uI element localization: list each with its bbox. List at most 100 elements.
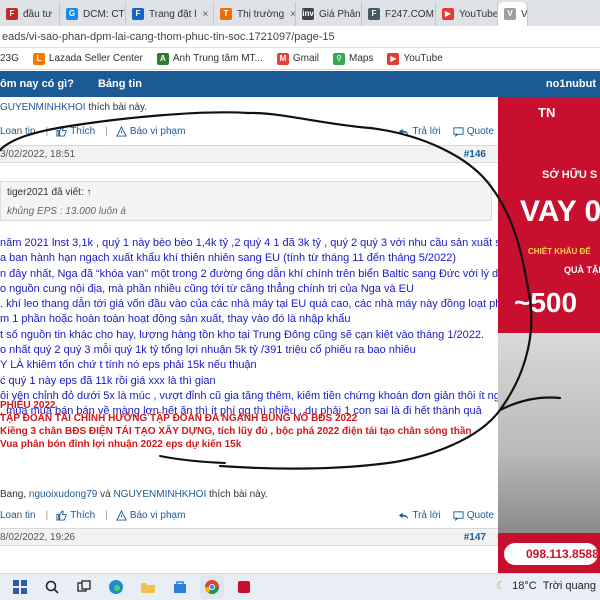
browser-tab[interactable]: ▶YouTube×	[436, 2, 498, 26]
browser-tab[interactable]: F Trang đặt l ×	[126, 2, 214, 26]
signature-line: PHIẾU 2022	[0, 400, 56, 411]
task-view-icon	[77, 580, 91, 592]
ad-price: ~500	[514, 287, 578, 318]
share-link[interactable]: Loan tin	[0, 510, 36, 521]
liker-link[interactable]: nguoixudong79	[29, 489, 97, 500]
app-icon	[238, 581, 250, 593]
temperature[interactable]: 18°C	[512, 580, 537, 592]
previous-post-actions: Loan tin | Thích | Báo vi phạm Trả lời Q…	[0, 122, 498, 140]
reply-link[interactable]: Trả lời	[398, 126, 441, 137]
address-bar[interactable]: eads/vi-sao-phan-dpm-lai-cang-thom-phuc-…	[0, 26, 600, 48]
tab-label: Vì sa	[521, 8, 528, 20]
bookmark-item[interactable]: L Lazada Seller Center	[32, 52, 143, 65]
bookmark-item[interactable]: ▶ YouTube	[387, 52, 443, 65]
reply-icon	[399, 512, 409, 519]
thumbs-up-icon	[56, 125, 67, 137]
nav-news-feed[interactable]: Bảng tin	[98, 78, 142, 90]
separator: |	[105, 509, 108, 521]
nav-username[interactable]: no1nubut	[546, 78, 596, 90]
file-explorer-button[interactable]	[136, 575, 160, 599]
post-line: Y LÀ khiêm tốn chứ t tính nó eps phải 15…	[0, 359, 257, 372]
tab-label: Thị trường	[237, 8, 285, 20]
post-line: n đây nhất, Nga đã “khóa van” một trong …	[0, 267, 498, 280]
liker-link[interactable]: GUYENMINHKHOI	[0, 102, 86, 113]
post-line: m 1 phần hoặc hoàn toàn hoạt động sản xu…	[0, 313, 351, 326]
like-link[interactable]: Thích	[56, 510, 95, 521]
quote-icon	[453, 510, 464, 521]
tab-favicon-icon: T	[220, 8, 232, 20]
bookmark-item[interactable]: M Gmail	[276, 52, 320, 65]
next-post-header: 8/02/2022, 19:26 #147	[0, 528, 498, 546]
bookmark-item[interactable]: ⚲ Maps	[333, 52, 373, 65]
liker-link[interactable]: NGUYENMINHKHOI	[113, 489, 206, 500]
share-link[interactable]: Loan tin	[0, 126, 36, 137]
bookmark-item[interactable]: A Anh Trung tâm MT...	[156, 52, 263, 65]
ad-phone[interactable]: 098.113.8588	[504, 543, 598, 565]
post-line: t số nguồn tin khác cho hay, lượng hàng …	[0, 328, 485, 341]
quote-link[interactable]: Quote	[453, 510, 494, 521]
quote-link[interactable]: Quote	[453, 126, 494, 137]
tab-close-icon[interactable]: ×	[202, 9, 208, 20]
reply-link[interactable]: Trả lời	[398, 510, 441, 521]
post-signature: PHIẾU 2022 TẬP ĐOÀN TÀI CHÍNH HƯỚNG TẬP Đ…	[0, 399, 498, 451]
bookmark-favicon-icon: ▶	[387, 52, 400, 65]
advertisement-banner[interactable]: TN SỞ HỮU S VAY 0 CHIẾT KHẤU ĐẾ QUÀ TẶNG…	[498, 97, 600, 573]
thumbs-up-icon	[56, 509, 67, 521]
start-button[interactable]	[8, 575, 32, 599]
post-line: a ban hành hạn ngạch xuất khẩu khí thiên…	[0, 252, 457, 265]
forum-nav: ôm nay có gì? Bảng tin no1nubut	[0, 71, 600, 97]
tab-favicon-icon: inv	[302, 8, 314, 20]
post-date: 3/02/2022, 18:51	[0, 148, 76, 160]
tab-favicon-icon: V	[504, 8, 516, 20]
bookmark-label: YouTube	[403, 53, 443, 64]
likes-and: và	[97, 489, 114, 500]
tab-label: đầu tư	[23, 8, 52, 20]
likes-prefix: Bang,	[0, 489, 29, 500]
post-date: 8/02/2022, 19:26	[0, 531, 76, 543]
report-link[interactable]: Báo vi phạm	[116, 125, 185, 137]
browser-tab[interactable]: V Vì sa	[498, 2, 528, 26]
app-button[interactable]	[232, 575, 256, 599]
quote-block: tiger2021 đã viết: ↑ khủng EPS : 13.000 …	[0, 181, 492, 221]
edge-button[interactable]	[104, 575, 128, 599]
post-permalink[interactable]: #146	[464, 149, 486, 160]
post-line: ć quý 1 này eps đã 11k rồi giá xxx là th…	[0, 374, 216, 387]
warning-icon	[116, 125, 127, 137]
url-text[interactable]: eads/vi-sao-phan-dpm-lai-cang-thom-phuc-…	[2, 31, 335, 43]
post-permalink[interactable]: #147	[464, 532, 486, 543]
browser-tab[interactable]: Fđầu tư×	[0, 2, 60, 26]
post-body: năm 2021 lnst 3,1k , quý 1 này bèo bèo 1…	[0, 236, 498, 420]
report-link[interactable]: Báo vi phạm	[116, 509, 185, 521]
search-button[interactable]	[40, 575, 64, 599]
quote-author[interactable]: tiger2021 đã viết: ↑	[7, 187, 92, 198]
tab-favicon-icon: F	[132, 8, 144, 20]
separator: |	[45, 125, 49, 137]
previous-post-likes: GUYENMINHKHOI thích bài này.	[0, 102, 147, 113]
windows-logo-icon	[13, 580, 27, 594]
separator: |	[45, 509, 49, 521]
tab-label: YouTube	[459, 8, 498, 20]
store-button[interactable]	[168, 575, 192, 599]
browser-tab[interactable]: invGiá Phân U×	[296, 2, 362, 26]
browser-tab[interactable]: T Thị trường ×	[214, 2, 296, 26]
weather-status[interactable]: Trời quang	[543, 580, 596, 592]
chrome-button[interactable]	[200, 575, 224, 599]
task-view-button[interactable]	[72, 575, 96, 599]
bookmark-favicon-icon: M	[276, 52, 289, 65]
tab-label: F247.COM	[385, 8, 434, 20]
quote-icon	[453, 126, 464, 137]
edge-icon	[109, 580, 123, 594]
signature-line: Vua phân bón đỉnh lợi nhuận 2022 eps dự …	[0, 439, 242, 450]
browser-tab[interactable]: FF247.COM×	[362, 2, 436, 26]
bookmark-favicon-icon: L	[32, 52, 45, 65]
ad-logo: TN	[538, 105, 556, 120]
tab-favicon-icon: F	[368, 8, 380, 20]
ad-discount: CHIẾT KHẤU ĐẾ	[528, 247, 591, 256]
bookmark-label: Gmail	[292, 53, 320, 64]
browser-tab[interactable]: GDCM: CTCP×	[60, 2, 126, 26]
bookmark-item[interactable]: 23G	[0, 53, 19, 64]
system-tray: ☾ 18°C Trời quang	[496, 579, 596, 593]
folder-icon	[141, 583, 155, 593]
like-link[interactable]: Thích	[56, 126, 95, 137]
nav-whats-new[interactable]: ôm nay có gì?	[0, 78, 74, 90]
